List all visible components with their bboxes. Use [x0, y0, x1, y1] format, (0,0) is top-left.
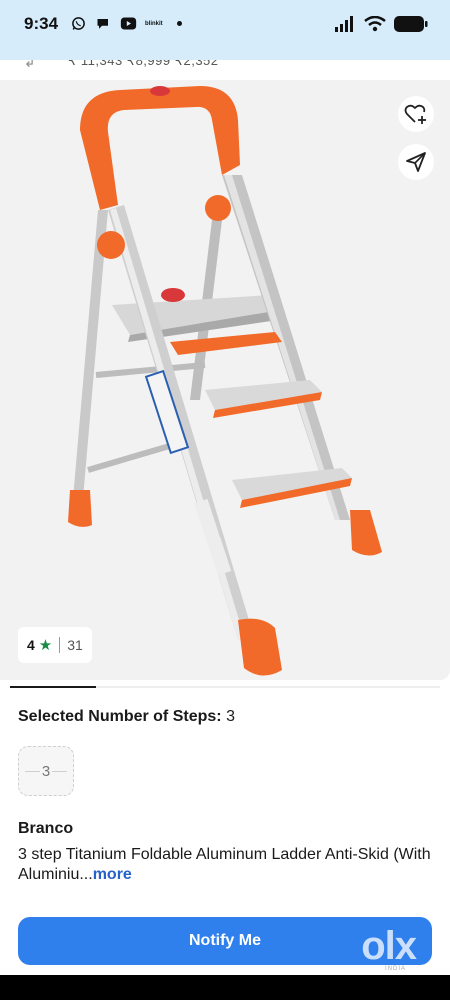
blinkit-icon: blinkit — [145, 20, 163, 27]
product-title: 3 step Titanium Foldable Aluminum Ladder… — [18, 845, 438, 885]
signal-icon — [335, 16, 353, 32]
variant-selected-value: 3 — [226, 708, 235, 725]
image-carousel-indicator — [10, 686, 440, 688]
status-notification-icons: blinkit — [70, 16, 182, 31]
youtube-icon — [120, 17, 137, 30]
olx-watermark-logo: olx — [361, 924, 417, 968]
notification-dot — [176, 21, 182, 26]
heart-plus-icon — [404, 104, 426, 124]
wishlist-button[interactable] — [398, 96, 434, 132]
send-icon — [406, 152, 426, 172]
ladder-product-image — [68, 86, 382, 676]
battery-icon — [394, 16, 428, 32]
rating-divider — [59, 637, 61, 653]
read-more-link[interactable]: more — [93, 866, 132, 883]
rating-value: 4 — [27, 637, 35, 653]
chat-icon — [97, 19, 108, 29]
product-brand: Branco — [18, 820, 74, 837]
star-icon: ★ — [38, 637, 53, 654]
share-button[interactable] — [398, 144, 434, 180]
indicator-active-segment — [10, 686, 96, 688]
variant-label-text: Selected Number of Steps: — [18, 708, 222, 725]
whatsapp-icon — [72, 17, 85, 30]
product-title-text: 3 step Titanium Foldable Aluminum Ladder… — [18, 846, 431, 883]
price-header-strip: ↲ ₹ 11,343 ₹8,999 ₹2,352 — [0, 60, 450, 78]
variant-option-3[interactable]: 3 — [18, 746, 74, 796]
price-summary: ₹ 11,343 ₹8,999 ₹2,352 — [68, 60, 219, 68]
variant-label: Selected Number of Steps: 3 — [18, 708, 235, 726]
back-arrow-icon: ↲ — [24, 60, 36, 70]
status-system-icons — [334, 15, 428, 33]
wifi-icon — [364, 16, 386, 32]
product-image-card[interactable]: 4 ★ 31 — [0, 80, 450, 680]
olx-watermark-sub: INDIA — [384, 966, 406, 972]
variant-option-label: 3 — [39, 762, 53, 780]
status-time: 9:34 — [24, 14, 59, 33]
rating-count: 31 — [67, 637, 83, 653]
status-bar: 9:34 blinkit — [0, 0, 450, 60]
bottom-navigation-bar — [0, 975, 450, 1000]
rating-badge[interactable]: 4 ★ 31 — [18, 627, 92, 663]
